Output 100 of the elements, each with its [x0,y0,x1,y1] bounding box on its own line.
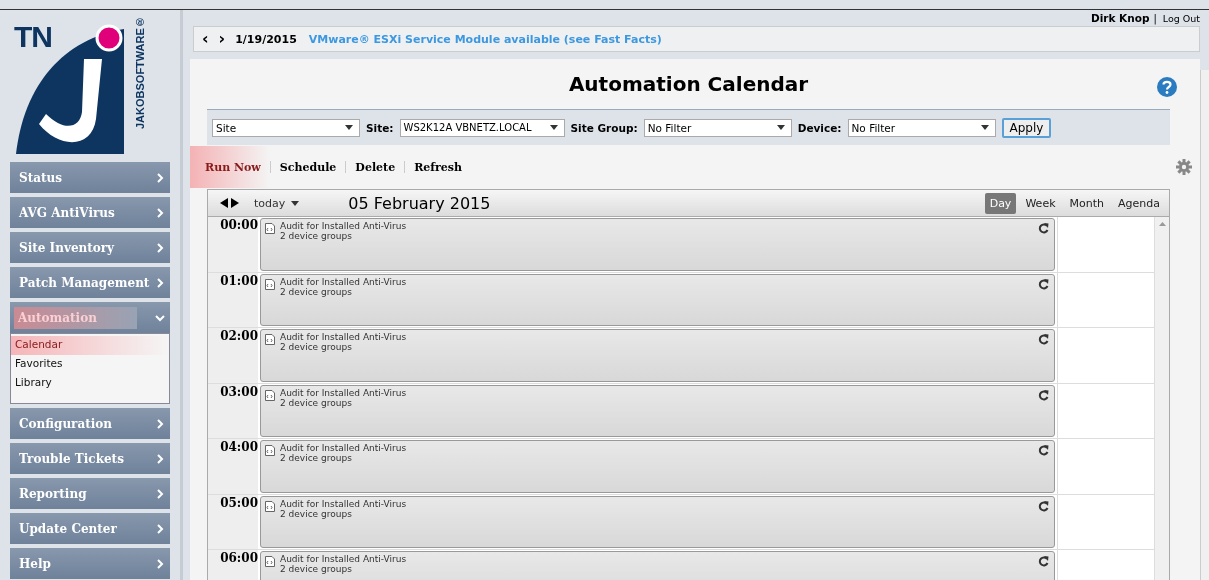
toolbar-link[interactable]: Delete [346,146,405,188]
apply-button[interactable]: Apply [1001,117,1052,138]
filter-label: Site: [366,121,394,134]
event-subtitle: 2 device groups [280,453,353,463]
calendar-event[interactable]: Audit for Installed Anti-Virus 2 device groups [260,440,1055,493]
dropdown-caret-icon [776,125,785,130]
refresh-icon [1038,278,1049,290]
event-title: Audit for Installed Anti-Virus [280,332,407,342]
time-label: 02:00 [208,328,258,383]
chevron-right-icon [155,558,165,569]
document-icon [265,334,275,345]
calendar-event[interactable]: Audit for Installed Anti-Virus 2 device groups [260,384,1055,437]
time-label: 04:00 [208,439,258,494]
previous-button[interactable]: ‹ [202,31,209,47]
nav-label: Update Center [19,521,117,536]
news-date: 1/19/2015 [235,32,297,46]
dropdown-field[interactable]: No Filter [643,118,792,137]
document-icon [265,389,275,401]
nav-label: Configuration [19,416,113,431]
today-dropdown[interactable]: today [254,196,300,210]
calendar-event[interactable]: Audit for Installed Anti-Virus 2 device groups [260,551,1055,580]
event-title: Audit for Installed Anti-Virus [280,498,407,509]
event-subtitle: 2 device groups [280,508,353,519]
calendar-event[interactable]: Audit for Installed Anti-Virus 2 device groups [260,329,1055,382]
time-label: 05:00 [208,494,258,549]
dropdown-field[interactable]: Site [212,118,360,137]
view-tab[interactable]: Month [1064,192,1109,214]
event-subtitle: 2 device groups [280,286,353,297]
document-icon [265,223,275,234]
filter-label: Site Group: [570,121,638,134]
chevron-right-icon [155,242,165,253]
nav-label: Patch Management [19,275,150,290]
event-title: Audit for Installed Anti-Virus [280,387,407,398]
filter-label: Device: [797,121,842,134]
refresh-icon [1038,334,1049,345]
dropdown-field[interactable]: WS2K12A VBNETZ.LOCAL [399,118,565,137]
event-subtitle: 2 device groups [280,231,353,241]
nav-label: Trouble Tickets [19,451,124,466]
logo-text: TN [14,20,52,54]
settings-icon [1176,159,1192,175]
chevron-right-icon [155,418,165,429]
chevron-right-icon [155,453,165,464]
nav-label: Site Inventory [19,240,115,255]
user-name: Dirk Knop [1090,12,1150,24]
submenu-item[interactable]: Favorites [11,355,169,374]
time-label: 03:00 [208,383,258,438]
event-title: Audit for Installed Anti-Virus [280,276,407,287]
nav-label: Automation [14,306,137,329]
calendar-event[interactable]: Audit for Installed Anti-Virus 2 device groups [260,218,1055,271]
scroll-up-icon [1158,222,1166,226]
next-arrow-icon [231,198,239,208]
document-icon [265,278,275,290]
calendar-event[interactable]: Audit for Installed Anti-Virus 2 device groups [260,273,1055,326]
view-tab[interactable]: Week [1020,192,1061,214]
scrollbar[interactable] [1154,217,1169,580]
submenu-item[interactable]: Library [11,374,169,393]
previous-arrow-icon [220,198,228,208]
toolbar-link[interactable]: Schedule [270,146,346,188]
help-icon [1157,77,1177,97]
nav-label: AVG AntiVirus [19,205,115,220]
time-label: 06:00 [208,550,258,580]
chevron-right-icon [155,277,165,288]
dropdown-caret-icon [291,200,300,206]
event-subtitle: 2 device groups [280,342,353,352]
next-button[interactable]: › [218,31,226,47]
chevron-right-icon [155,488,165,499]
chevron-down-icon [155,312,165,323]
document-icon [265,445,275,456]
refresh-icon [1038,556,1049,567]
nav-label: Help [19,556,51,571]
time-label: 01:00 [208,272,258,327]
event-title: Audit for Installed Anti-Virus [280,443,407,453]
event-subtitle: 2 device groups [280,397,353,408]
logout-link[interactable]: Log Out [1162,12,1200,24]
dropdown-caret-icon [980,125,989,130]
dropdown-caret-icon [345,125,353,130]
nav-label: Status [19,170,62,185]
refresh-icon [1038,223,1049,234]
page-title: Automation Calendar [568,72,809,96]
document-icon [265,556,275,567]
logo-brand-text: JAKOBSOFTWARE® [134,16,146,131]
document-icon [265,500,275,512]
event-subtitle: 2 device groups [280,564,353,574]
chevron-right-icon [155,207,165,218]
refresh-icon [1038,500,1049,512]
page-scrollbar[interactable] [1200,70,1209,580]
view-tab[interactable]: Agenda [1113,192,1165,214]
chevron-right-icon [155,172,165,183]
event-title: Audit for Installed Anti-Virus [280,221,407,231]
event-title: Audit for Installed Anti-Virus [280,554,407,564]
view-tab[interactable]: Day [984,192,1017,214]
separator-text: | [1153,12,1157,24]
nav-label: Reporting [19,486,87,501]
dropdown-caret-icon [549,125,558,130]
calendar-date: 05 February 2015 [348,193,492,213]
toolbar-link[interactable]: Refresh [405,146,471,188]
time-label: 00:00 [208,217,258,272]
refresh-icon [1038,445,1049,456]
calendar-event[interactable]: Audit for Installed Anti-Virus 2 device groups [260,495,1055,548]
dropdown-field[interactable]: No Filter [847,118,996,137]
